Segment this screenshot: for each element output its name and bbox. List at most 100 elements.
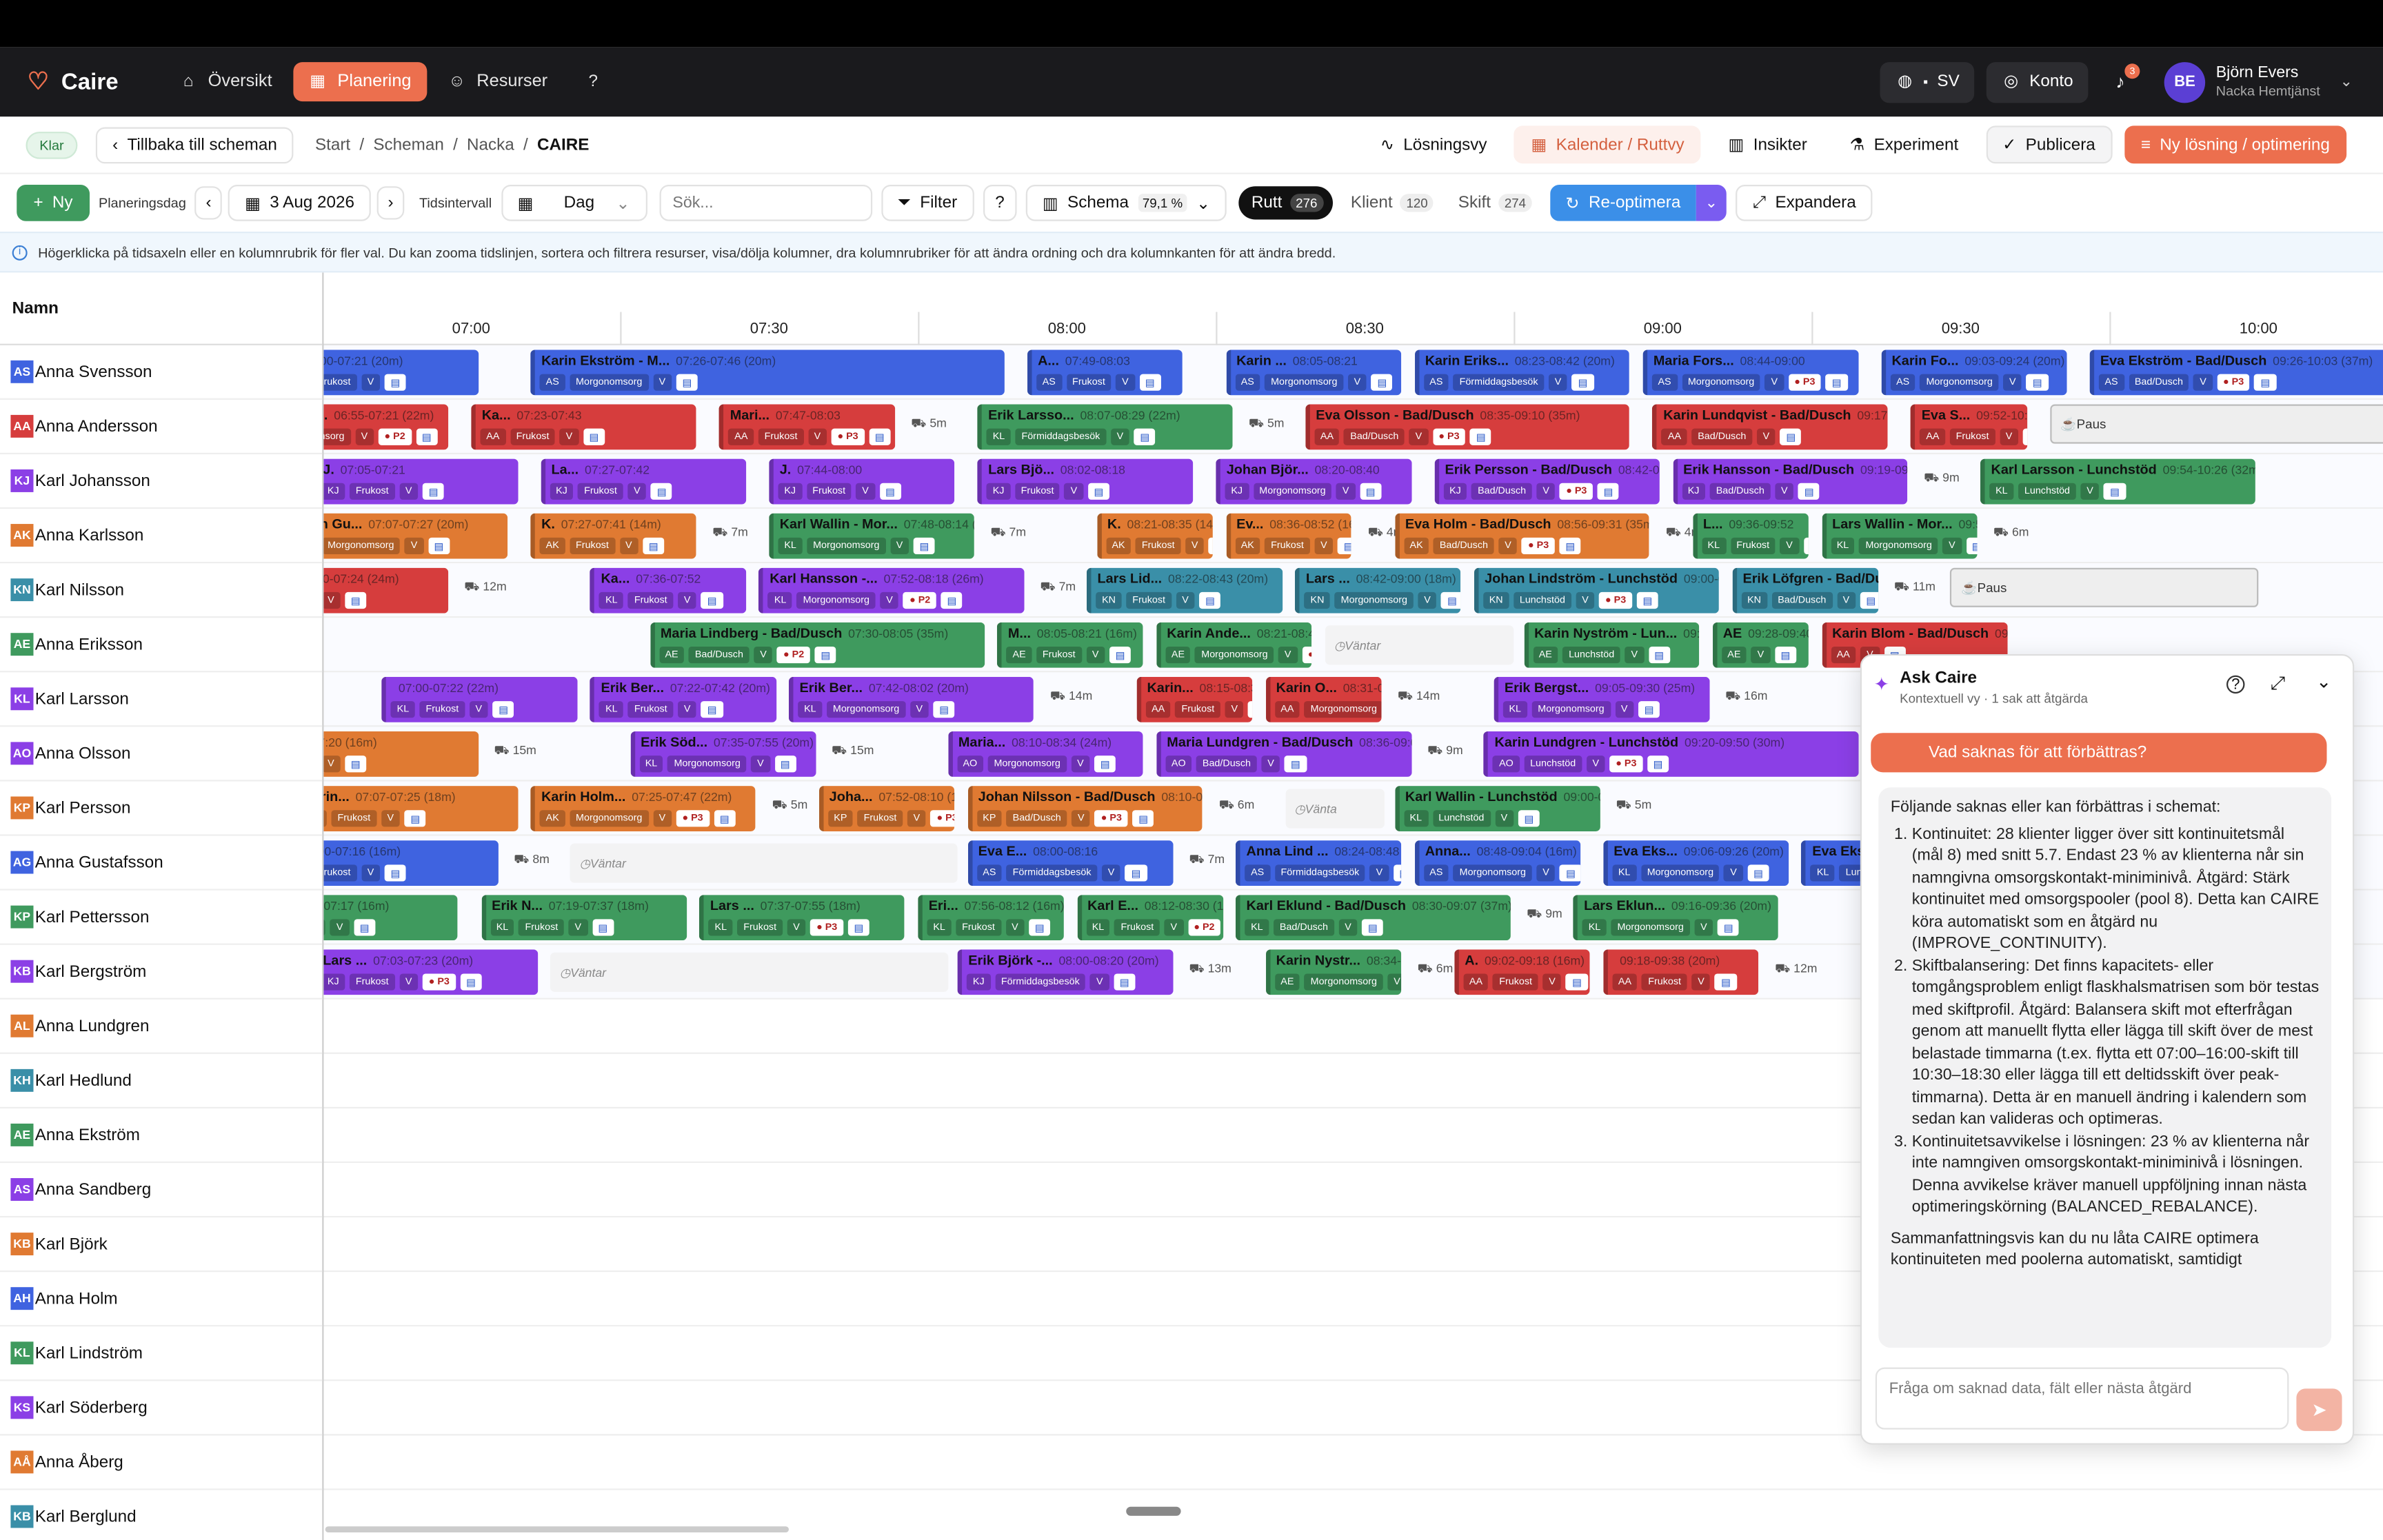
nav-oversikt[interactable]: ⌂ Översikt [164, 62, 288, 101]
pause-block[interactable]: ☕ Paus [1950, 567, 2259, 607]
resource-row[interactable]: AK Anna Karlsson [0, 509, 323, 564]
visit-block[interactable]: Eva Holm - Bad/Dusch 08:56-09:31 (35m) AK B… [1394, 513, 1650, 559]
visit-block[interactable]: Karl Wallin - Mor... 07:48-08:14 (26m) KLM… [769, 513, 975, 559]
reoptimize-main[interactable]: ↻ Re-optimera [1550, 184, 1696, 221]
resource-row[interactable]: KL Karl Larsson [0, 672, 323, 727]
visit-block[interactable]: Erik Ber... 07:42-08:02 (20m) KL Morgonomso… [789, 676, 1034, 722]
date-picker[interactable]: ▦ 3 Aug 2026 [228, 184, 372, 221]
visit-block[interactable]: Ka... 07:23-07:43 AA Frukost V ▤ [471, 404, 697, 450]
visit-block[interactable]: Johan Björ... 08:20-08:40 KJ Morgonomsorg V ▤ [1216, 458, 1411, 505]
next-day-button[interactable]: › [377, 186, 404, 220]
timeline-row[interactable]: A.07:00-07:21 (20m)ASFrukostV▤ Karin Ekst… [323, 345, 2383, 400]
schema-select[interactable]: ▥ Schema 79,1 % ⌄ [1025, 184, 1227, 221]
visit-block[interactable]: Karin Nystr... 08:34-08:56 (22m) AEMorgono… [1265, 949, 1402, 995]
visit-block[interactable]: Eva S... 09:52-10:09 AAFrukostV● P3▤ [1911, 404, 2027, 450]
visit-block[interactable]: J. 07:44-08:00 KJ Frukost V ▤ [769, 458, 955, 505]
visit-block[interactable]: Erik Björk -... 08:00-08:20 (20m) KJ Förmid… [957, 949, 1174, 995]
visit-block[interactable]: Karl Larsson - Lunchstöd 09:54-10:26 (32m… [1980, 458, 2255, 505]
resource-row[interactable]: AO Anna Olsson [0, 727, 323, 782]
visit-block[interactable]: Lars Wallin - Mor... 09:52-10:18 (26m) KLM… [1821, 513, 1978, 559]
visit-block[interactable]: La...07:04-07:20 (16m) KPFrukostV▤ [323, 731, 479, 777]
visit-block[interactable]: Karin Ande... 08:21-08:43 (22m) AEMorgonom… [1156, 622, 1312, 668]
resource-row[interactable]: KP Karl Persson [0, 781, 323, 836]
tab-klient[interactable]: Klient 120 [1342, 186, 1443, 219]
visit-block[interactable]: Karin Lundqvist - Bad/Dusch 09:17-09:49 (… [1652, 404, 1889, 450]
visit-block[interactable]: Karin Ekström - M... 07:26-07:46 (20m) AS M… [530, 349, 1005, 396]
help-button[interactable]: ? [983, 184, 1017, 221]
expand-button[interactable]: ⤢ Expandera [1736, 184, 1873, 221]
visit-block[interactable]: Joha... 07:52-08:10 (18m) KPFrukostV● P3▤ [818, 786, 955, 831]
visit-block[interactable]: AE09:28-09:40 (12m)AEV▤ [1712, 622, 1809, 668]
tab-rutt[interactable]: Rutt 276 [1239, 186, 1333, 220]
user-menu[interactable]: BE Björn Evers Nacka Hemtjänst ⌄ [2164, 61, 2353, 103]
visit-block[interactable]: Erik N... 07:19-07:37 (18m) KL Frukost V ▤ [481, 895, 687, 941]
view-experiment[interactable]: ⚗ Experiment [1834, 125, 1974, 164]
visit-block[interactable]: Erik Löfgren - Bad/Du...09:34-10:03 (29m… [1732, 567, 1878, 614]
visit-block[interactable]: Eva E... 08:00-08:16 AS Förmiddagsbesök V ▤ [967, 840, 1174, 886]
visit-block[interactable]: Anna... 08:48-09:04 (16m) AS Morgonomsorg V ▤ [1414, 840, 1580, 886]
visit-block[interactable]: Johan Nilsson - Bad/Dusch 08:10-08:47 (37… [967, 786, 1203, 831]
resource-row[interactable]: AL Anna Lundgren [0, 1000, 323, 1054]
visit-block[interactable]: Maria... 08:10-08:34 (24m) AO Morgonomsorg V… [947, 731, 1144, 777]
visit-block[interactable]: Karl Hansson -... 07:52-08:18 (26m) KL Morg… [758, 567, 1025, 614]
help-button[interactable]: ? [569, 62, 618, 101]
resource-row[interactable]: KB Karl Bergström [0, 945, 323, 1000]
search-input[interactable] [658, 184, 872, 221]
visit-block[interactable]: Karin O... 08:31-08:51 (20m) AAMorgonomsor… [1265, 676, 1382, 722]
visit-block[interactable]: Mari... 07:47-08:03 AA Frukost V ● P3 ▤ [719, 404, 896, 450]
visit-block[interactable]: Karin Lundgren - Lunchstöd 09:20-09:50 (3… [1484, 731, 1858, 777]
prev-day-button[interactable]: ‹ [195, 186, 223, 220]
crumb-scheman[interactable]: Scheman [373, 136, 443, 154]
reoptimize-dropdown[interactable]: ⌄ [1696, 184, 1727, 221]
expand-icon[interactable]: ⤢ [2271, 672, 2285, 695]
visit-block[interactable]: K. 08:21-08:35 (14m) AKFrukostV▤ [1096, 513, 1213, 559]
visit-block[interactable]: A. 09:02-09:18 (16m) AA Frukost V ▤ [1454, 949, 1591, 995]
new-button[interactable]: + Ny [17, 184, 90, 221]
help-icon[interactable]: ? [2226, 675, 2245, 694]
visit-block[interactable]: Karl Wallin - Lunchstöd 09:00-09:30 (30m)… [1394, 786, 1600, 831]
nav-planering[interactable]: ▦ Planering [293, 62, 427, 102]
reoptimize-button[interactable]: ↻ Re-optimera ⌄ [1550, 184, 1727, 221]
resource-row[interactable]: AA Anna Andersson [0, 400, 323, 455]
view-losningsvy[interactable]: ∿ Lösningsvy [1365, 125, 1502, 164]
view-insikter[interactable]: ▥ Insikter [1713, 125, 1822, 164]
resource-row[interactable]: KN Karl Nilsson [0, 563, 323, 618]
resource-row[interactable]: AE Anna Ekström [0, 1108, 323, 1164]
visit-block[interactable]: Lars ... 07:03-07:23 (20m) KJ Frukost V ● P3 ▤ [323, 949, 538, 995]
chat-input[interactable] [1875, 1367, 2289, 1430]
visit-block[interactable]: Karin Fo... 09:03-09:24 (20m) AS Morgonomso… [1881, 349, 2067, 396]
notifications-button[interactable]: ♪ 3 [2100, 62, 2140, 101]
visit-block[interactable]: Lars Lid... 08:22-08:43 (20m) KN Frukost V ▤ [1087, 567, 1283, 614]
visit-block[interactable]: Ev... 08:36-08:52 (16m) AK FrukostV▤ [1225, 513, 1352, 559]
resource-row[interactable]: KJ Karl Johansson [0, 454, 323, 509]
resource-row[interactable]: AH Anna Holm [0, 1272, 323, 1327]
visit-block[interactable]: Karin Gu... 07:07-07:27 (20m) AKMorgonomso… [323, 513, 508, 559]
visit-block[interactable]: Karin...08:15-08:31 (16m)AAFrukostV● P3▤ [1136, 676, 1253, 722]
visit-block[interactable]: Karl Eklund - Bad/Dusch 08:30-09:07 (37m)… [1236, 895, 1511, 941]
visit-block[interactable]: Lars ... 07:37-07:55 (18m) KL Frukost V ● P3 ▤ [699, 895, 905, 941]
visit-block[interactable]: 07:00-07:22 (22m) KL Frukost V ▤ [381, 676, 578, 722]
horizontal-scrollbar[interactable] [325, 1526, 789, 1533]
visit-block[interactable]: L...09:36-09:52KLFrukostV▤ [1692, 513, 1809, 559]
visit-block[interactable]: Maria Lindberg - Bad/Dusch 07:30-08:05 (3… [650, 622, 985, 668]
drag-handle[interactable] [1126, 1506, 1181, 1516]
visit-block[interactable]: Karl E... 08:12-08:30 (18m) KLFrukostV● P2… [1076, 895, 1223, 941]
visit-block[interactable]: Karin Holm... 07:25-07:47 (22m) AK Morgonom… [530, 786, 756, 831]
visit-block[interactable]: Erik Larsso... 08:07-08:29 (22m) KL Förmidd… [977, 404, 1233, 450]
account-button[interactable]: ◎ Konto [1987, 61, 2089, 103]
visit-block[interactable]: Erik Bergst... 09:05-09:30 (25m) KL Morgono… [1494, 676, 1709, 722]
resource-row[interactable]: KH Karl Hedlund [0, 1054, 323, 1108]
crumb-start[interactable]: Start [315, 136, 350, 154]
visit-block[interactable]: Eva Eks... 09:06-09:26 (20m) KL Morgonomsor… [1602, 840, 1789, 886]
visit-block[interactable]: Maria Lund... 06:55-07:21 (22m) AAMorgonom… [323, 404, 449, 450]
visit-block[interactable]: A.07:00-07:21 (20m) ASFrukostV▤ [323, 349, 479, 396]
view-kalender[interactable]: ▦ Kalender / Ruttvy [1514, 125, 1701, 164]
new-solution-button[interactable]: ≡ Ny lösning / optimering [2124, 125, 2347, 164]
visit-block[interactable]: Maria Fors... 08:44-09:00 AS Morgonomsorg V ●… [1642, 349, 1858, 396]
timeline-row[interactable]: Karin Gu...07:07-07:27 (20m)AKMorgonomso… [323, 509, 2383, 564]
visit-block[interactable]: Lars Eklun... 09:16-09:36 (20m) KL Morgonom… [1573, 895, 1779, 941]
visit-block[interactable]: Karin ... 08:05-08:21 AS Morgonomsorg V ▤ [1225, 349, 1402, 396]
visit-block[interactable]: Lars Bjö... 08:02-08:18 KJ Frukost V ▤ [977, 458, 1194, 505]
resource-row[interactable]: AS Anna Svensson [0, 345, 323, 400]
resource-row[interactable]: KP Karl Pettersson [0, 891, 323, 945]
